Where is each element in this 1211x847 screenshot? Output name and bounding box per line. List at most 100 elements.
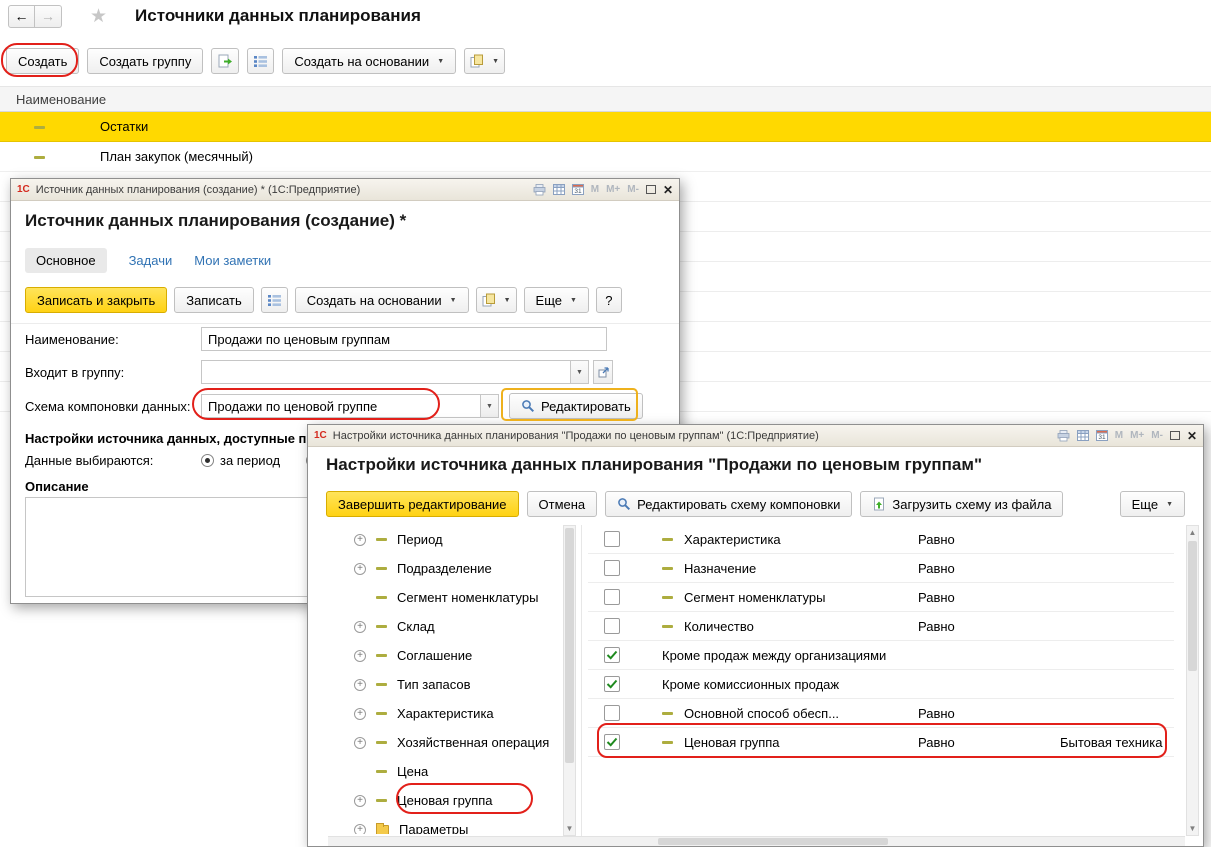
tree-item[interactable]: + Цена (328, 757, 560, 786)
tree-item[interactable]: + Характеристика (328, 699, 560, 728)
checkbox[interactable] (604, 618, 620, 634)
list-item[interactable]: Остатки (0, 112, 1211, 142)
dialog2-titlebar[interactable]: 1С Настройки источника данных планирован… (308, 425, 1203, 447)
expand-icon[interactable]: + (354, 824, 366, 835)
close-button[interactable]: ✕ (663, 183, 673, 197)
schema-dropdown-button[interactable]: ▼ (481, 394, 499, 418)
memory-mminus-button[interactable]: M- (627, 184, 639, 195)
memory-mplus-button[interactable]: M+ (606, 184, 620, 195)
load-schema-button[interactable]: Загрузить схему из файла (860, 491, 1063, 517)
scroll-up-arrow[interactable]: ▲ (1187, 526, 1198, 539)
checkbox[interactable] (604, 705, 620, 721)
set-period-button[interactable] (261, 287, 288, 313)
expand-icon[interactable]: + (354, 621, 366, 633)
filter-row[interactable]: Сегмент номенклатуры Равно (588, 583, 1174, 612)
name-input[interactable] (201, 327, 607, 351)
print-icon[interactable] (1057, 430, 1070, 442)
scrollbar-thumb[interactable] (1188, 541, 1197, 671)
checkbox[interactable] (604, 676, 620, 692)
export-list-button[interactable] (211, 48, 239, 74)
tree-scrollbar[interactable]: ▼ (563, 525, 576, 836)
tab-main[interactable]: Основное (25, 248, 107, 273)
favorite-star-icon[interactable]: ★ (90, 5, 107, 28)
expand-icon[interactable]: + (354, 795, 366, 807)
create-button[interactable]: Создать (6, 48, 79, 74)
scroll-down-arrow[interactable]: ▼ (1187, 822, 1198, 835)
expand-icon[interactable]: + (354, 737, 366, 749)
expand-icon[interactable]: + (354, 650, 366, 662)
edit-schema-button[interactable]: Редактировать (509, 393, 643, 419)
tree-item[interactable]: + Подразделение (328, 554, 560, 583)
set-period-button[interactable] (247, 48, 274, 74)
back-button[interactable]: ← (8, 5, 35, 28)
table-icon[interactable] (1077, 430, 1089, 441)
group-input[interactable] (201, 360, 571, 384)
expand-icon[interactable]: + (354, 563, 366, 575)
checkbox[interactable] (604, 647, 620, 663)
filter-row[interactable]: Кроме продаж между организациями (588, 641, 1174, 670)
filter-row[interactable]: Основной способ обесп... Равно (588, 699, 1174, 728)
edit-composition-schema-button[interactable]: Редактировать схему компоновки (605, 491, 852, 517)
maximize-button[interactable] (1170, 431, 1180, 440)
tab-tasks[interactable]: Задачи (129, 253, 173, 268)
tree-item[interactable]: + Тип запасов (328, 670, 560, 699)
reports-dropdown-button[interactable]: ▼ (464, 48, 505, 74)
tree-item[interactable]: + Ценовая группа (328, 786, 560, 815)
schema-input[interactable] (201, 394, 481, 418)
tree-item[interactable]: + Склад (328, 612, 560, 641)
filter-row[interactable]: Назначение Равно (588, 554, 1174, 583)
calendar-icon[interactable]: 31 (572, 184, 584, 195)
memory-mplus-button[interactable]: M+ (1130, 430, 1144, 441)
tree-item[interactable]: + Сегмент номенклатуры (328, 583, 560, 612)
scrollbar-thumb[interactable] (658, 838, 888, 845)
filters-scrollbar[interactable]: ▲ ▼ (1186, 525, 1199, 836)
tab-notes[interactable]: Мои заметки (194, 253, 271, 268)
horizontal-scrollbar[interactable] (328, 836, 1185, 846)
save-button[interactable]: Записать (174, 287, 254, 313)
memory-m-button[interactable]: M (591, 184, 599, 195)
close-button[interactable]: ✕ (1187, 429, 1197, 443)
checkbox[interactable] (604, 531, 620, 547)
create-based-on-button[interactable]: Создать на основании▼ (282, 48, 456, 74)
tree-item[interactable]: + Параметры (328, 815, 560, 834)
filter-row[interactable]: Ценовая группа Равно Бытовая техника (588, 728, 1174, 757)
list-column-header[interactable]: Наименование (0, 86, 1211, 112)
save-and-close-button[interactable]: Записать и закрыть (25, 287, 167, 313)
checkbox[interactable] (604, 589, 620, 605)
column-name-label: Наименование (16, 92, 106, 107)
memory-mminus-button[interactable]: M- (1151, 430, 1163, 441)
tree-item[interactable]: + Соглашение (328, 641, 560, 670)
filter-row[interactable]: Кроме комиссионных продаж (588, 670, 1174, 699)
tree-item[interactable]: + Хозяйственная операция (328, 728, 560, 757)
radio-period[interactable] (201, 454, 214, 467)
checkbox[interactable] (604, 734, 620, 750)
calendar-icon[interactable]: 31 (1096, 430, 1108, 441)
checkbox[interactable] (604, 560, 620, 576)
help-button[interactable]: ? (596, 287, 622, 313)
scroll-down-arrow[interactable]: ▼ (564, 822, 575, 835)
print-icon[interactable] (533, 184, 546, 196)
dialog1-titlebar[interactable]: 1С Источник данных планирования (создани… (11, 179, 679, 201)
more-button[interactable]: Еще▼ (524, 287, 589, 313)
list-item[interactable]: План закупок (месячный) (0, 142, 1211, 172)
more-button[interactable]: Еще▼ (1120, 491, 1185, 517)
filter-row[interactable]: Характеристика Равно (588, 525, 1174, 554)
expand-icon[interactable]: + (354, 708, 366, 720)
table-icon[interactable] (553, 184, 565, 195)
finish-editing-button[interactable]: Завершить редактирование (326, 491, 519, 517)
tree-item[interactable]: + Период (328, 525, 560, 554)
create-group-button[interactable]: Создать группу (87, 48, 203, 74)
scrollbar-thumb[interactable] (565, 528, 574, 763)
memory-m-button[interactable]: M (1115, 430, 1123, 441)
create-based-on-button[interactable]: Создать на основании▼ (295, 287, 469, 313)
forward-button[interactable]: → (35, 5, 62, 28)
group-dropdown-button[interactable]: ▼ (571, 360, 589, 384)
group-open-button[interactable] (593, 360, 613, 384)
filter-row[interactable]: Количество Равно (588, 612, 1174, 641)
reports-dropdown-button[interactable]: ▼ (476, 287, 517, 313)
expand-icon[interactable]: + (354, 534, 366, 546)
maximize-button[interactable] (646, 185, 656, 194)
expand-icon[interactable]: + (354, 679, 366, 691)
panel-splitter[interactable] (581, 525, 582, 836)
cancel-button[interactable]: Отмена (527, 491, 598, 517)
